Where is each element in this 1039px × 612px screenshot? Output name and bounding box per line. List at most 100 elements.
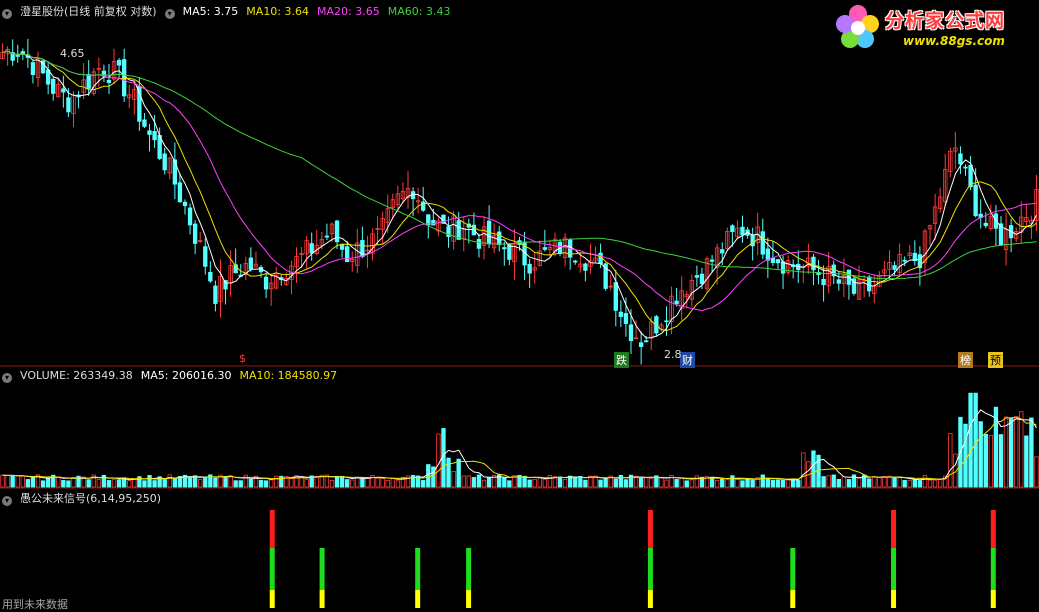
volume-bar bbox=[436, 433, 441, 488]
volume-bar bbox=[775, 479, 781, 488]
volume-ma5-value: MA5: 206016.30 bbox=[140, 369, 232, 382]
event-marker-forecast[interactable]: 预 bbox=[988, 352, 1003, 368]
volume-bar bbox=[162, 479, 167, 488]
candle-body bbox=[324, 235, 330, 238]
volume-panel bbox=[0, 392, 1039, 488]
candle-body bbox=[892, 265, 897, 270]
volume-bar bbox=[390, 477, 395, 488]
candle-body bbox=[431, 220, 436, 226]
signal-segment-green bbox=[647, 548, 653, 590]
volume-bar bbox=[750, 479, 755, 488]
candle-body bbox=[502, 247, 507, 250]
volume-ma10-value: MA10: 184580.97 bbox=[239, 369, 338, 382]
volume-bar bbox=[765, 478, 771, 488]
signal-segment-yellow bbox=[990, 590, 996, 608]
candle-body bbox=[623, 313, 629, 324]
flower-logo-icon bbox=[836, 5, 879, 48]
volume-bar bbox=[223, 476, 228, 488]
volume-bar bbox=[233, 480, 238, 488]
signal-segment-green bbox=[466, 548, 472, 590]
volume-bar bbox=[638, 478, 644, 488]
candle-body bbox=[152, 131, 157, 141]
candle-body bbox=[811, 256, 816, 271]
volume-bar bbox=[988, 434, 994, 488]
volume-bar bbox=[339, 475, 345, 488]
chevron-down-icon[interactable]: ▾ bbox=[2, 9, 12, 19]
volume-bar bbox=[258, 479, 264, 488]
candle-body bbox=[177, 182, 183, 203]
volume-bar bbox=[623, 479, 629, 488]
candle-body bbox=[147, 130, 152, 135]
volume-bar bbox=[56, 476, 61, 488]
candle-body bbox=[15, 55, 20, 57]
candle-body bbox=[699, 273, 705, 285]
candle-body bbox=[583, 263, 588, 271]
signal-bar-2 bbox=[319, 548, 325, 608]
volume-bar bbox=[846, 479, 852, 488]
candle-body bbox=[456, 220, 461, 240]
volume-bar bbox=[334, 475, 340, 488]
volume-bar bbox=[451, 470, 456, 488]
volume-bar bbox=[456, 458, 461, 488]
candle-body bbox=[339, 243, 345, 250]
volume-bar bbox=[355, 476, 360, 488]
candle-body bbox=[821, 278, 826, 286]
candle-body bbox=[51, 78, 56, 94]
event-marker-ranking[interactable]: 榜 bbox=[958, 352, 973, 368]
volume-header: ▾ VOLUME: 263349.38 MA5: 206016.30 MA10: 18… bbox=[2, 369, 345, 383]
candle-body bbox=[106, 79, 112, 84]
candle-body bbox=[638, 342, 644, 347]
volume-bar bbox=[649, 478, 654, 488]
candle-body bbox=[192, 223, 198, 244]
ma20-line bbox=[2, 50, 1037, 312]
volume-bar bbox=[15, 475, 20, 488]
volume-bar bbox=[40, 480, 46, 488]
volume-bar bbox=[542, 478, 548, 488]
volume-bar bbox=[111, 479, 117, 488]
volume-bar bbox=[30, 477, 36, 488]
event-marker-dollar[interactable]: $ bbox=[237, 352, 248, 365]
chevron-down-icon[interactable]: ▾ bbox=[2, 373, 12, 383]
volume-bar bbox=[735, 478, 740, 488]
volume-bar bbox=[867, 478, 872, 488]
volume-ma10-line bbox=[2, 416, 1037, 480]
volume-bar bbox=[973, 392, 978, 488]
candle-body bbox=[137, 86, 142, 122]
candle-body bbox=[720, 249, 725, 254]
signal-segment-green bbox=[269, 548, 275, 590]
volume-bar bbox=[1014, 416, 1019, 488]
volume-bar bbox=[314, 475, 319, 488]
volume-bar bbox=[674, 479, 679, 488]
signal-segment-red bbox=[891, 510, 897, 548]
candle-body bbox=[263, 276, 269, 290]
price-header: ▾ 澄星股份(日线 前复权 对数) ▾ MA5: 3.75 MA10: 3.64 MA20… bbox=[2, 3, 458, 19]
event-marker-drop[interactable]: 跌 bbox=[614, 352, 629, 368]
volume-bar bbox=[877, 477, 882, 488]
candle-body bbox=[187, 207, 193, 226]
volume-bar bbox=[836, 478, 841, 488]
volume-bar bbox=[725, 479, 730, 488]
volume-bar bbox=[760, 474, 765, 488]
chevron-down-icon[interactable]: ▾ bbox=[2, 496, 12, 506]
volume-bar bbox=[532, 478, 537, 488]
volume-bar bbox=[780, 479, 786, 488]
volume-bar bbox=[770, 479, 776, 488]
chevron-down-icon[interactable]: ▾ bbox=[164, 9, 175, 19]
candle-body bbox=[644, 340, 649, 343]
volume-bar bbox=[502, 477, 507, 488]
volume-bar bbox=[106, 480, 112, 488]
volume-bar bbox=[86, 479, 91, 488]
signal-segment-green bbox=[415, 548, 421, 590]
volume-bar bbox=[71, 476, 76, 488]
volume-bar bbox=[147, 475, 152, 488]
candle-body bbox=[760, 231, 765, 255]
volume-bar bbox=[375, 477, 380, 488]
volume-bar bbox=[907, 479, 912, 488]
volume-bar bbox=[948, 433, 953, 488]
signal-segment-yellow bbox=[790, 590, 796, 608]
signal-segment-red bbox=[990, 510, 996, 548]
ma60-value: MA60: 3.43 bbox=[387, 5, 451, 18]
signal-bar-5 bbox=[647, 510, 653, 608]
signal-segment-green bbox=[891, 548, 897, 590]
volume-bar bbox=[522, 475, 527, 488]
